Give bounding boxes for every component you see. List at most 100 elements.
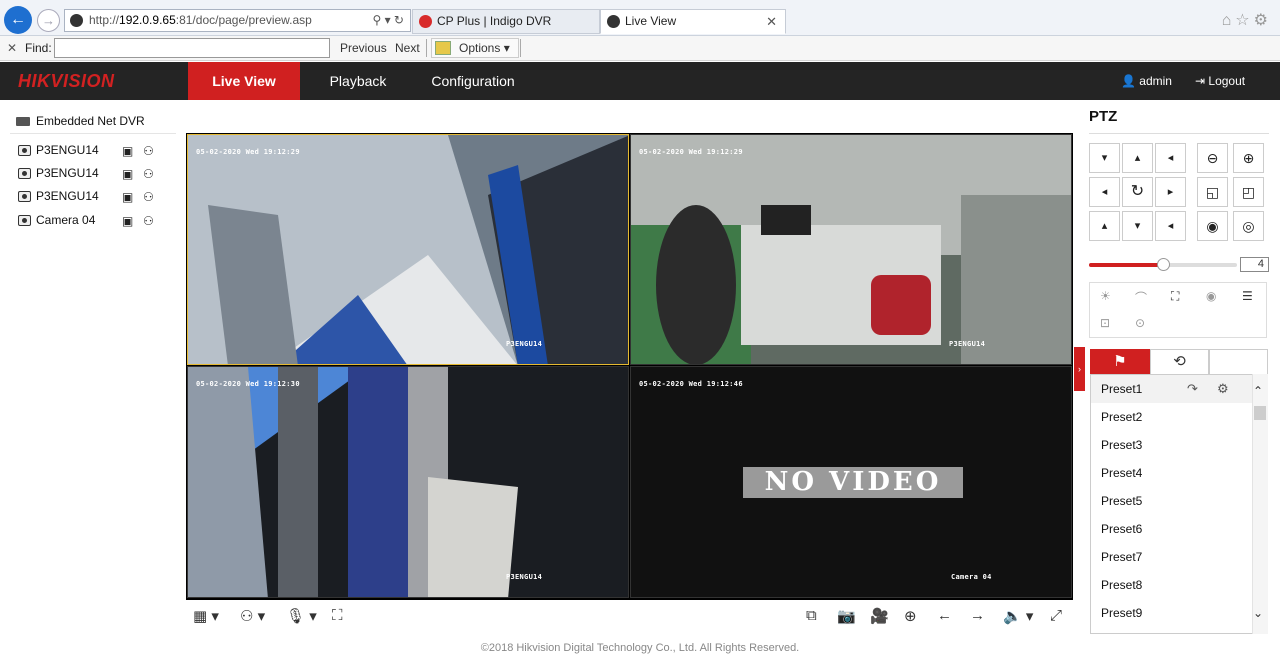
video-pane-4[interactable]: 05-02-2020 Wed 19:12:46 NO VIDEO Camera …	[630, 366, 1072, 598]
find-next-button[interactable]: Next	[395, 41, 420, 55]
fullscreen-icon[interactable]: ⤢	[1050, 607, 1062, 624]
ptz-up-right-button[interactable]: ◂	[1155, 143, 1186, 173]
ptz-icon[interactable]: ⚇	[143, 144, 154, 158]
site-favicon-icon	[70, 14, 83, 27]
zoom-out-icon[interactable]: ⊖	[1197, 143, 1228, 173]
tab-preset[interactable]: ⚑	[1090, 349, 1150, 375]
nav-live-view[interactable]: Live View	[188, 62, 300, 100]
preset-item[interactable]: Preset8	[1091, 571, 1253, 599]
ptz-divider	[1089, 133, 1269, 134]
ptz-left-button[interactable]: ◂	[1089, 177, 1120, 207]
user-menu[interactable]: 👤 admin	[1121, 74, 1172, 88]
video-pane-3[interactable]: 05-02-2020 Wed 19:12:30 P3ENGU14	[187, 366, 629, 598]
video-pane-2[interactable]: 05-02-2020 Wed 19:12:29 P3ENGU14	[630, 134, 1072, 365]
ptz-down-button[interactable]: ▾	[1122, 211, 1153, 241]
address-bar[interactable]: http://192.0.9.65:81/doc/page/preview.as…	[64, 9, 411, 32]
wiper-icon[interactable]: ⌒	[1135, 289, 1147, 306]
preset-item[interactable]: Preset6	[1091, 515, 1253, 543]
manual-track-icon[interactable]: ⊡	[1100, 316, 1110, 330]
logout-button[interactable]: ⇥ Logout	[1195, 74, 1245, 88]
ptz-down-left-button[interactable]: ▴	[1089, 211, 1120, 241]
tab-patrol[interactable]: ⟲	[1150, 349, 1209, 375]
iris-open-icon[interactable]: ◉	[1197, 211, 1228, 241]
ptz-aux-panel: ☀ ⌒ ⛶ ◉ ☰ ⊡ ⊙	[1089, 282, 1267, 338]
forward-button[interactable]: →	[37, 9, 60, 32]
menu-icon[interactable]: ☰	[1242, 289, 1253, 303]
iris-close-icon[interactable]: ◎	[1233, 211, 1264, 241]
find-options-button[interactable]: Options ▾	[431, 38, 519, 58]
nav-configuration[interactable]: Configuration	[420, 62, 526, 100]
preset-item[interactable]: Preset2	[1091, 403, 1253, 431]
logout-icon: ⇥	[1195, 74, 1206, 88]
scroll-thumb[interactable]	[1254, 406, 1266, 420]
ptz-icon[interactable]: ⚇	[143, 214, 154, 228]
ptz-control-icon[interactable]: ⚇ ▾	[240, 607, 265, 625]
record-icon[interactable]: ▣	[122, 214, 133, 228]
address-tools[interactable]: ⚲ ▾ ↻	[372, 10, 404, 31]
dvr-label: Embedded Net DVR	[36, 114, 145, 128]
volume-icon[interactable]: 🔈 ▾	[1003, 607, 1033, 625]
microphone-icon[interactable]: 🎙 ▾	[286, 607, 317, 625]
ptz-up-left-button[interactable]: ▾	[1089, 143, 1120, 173]
capture-icon[interactable]: 📷	[837, 607, 856, 625]
ptz-collapse-toggle[interactable]: ›	[1074, 347, 1085, 391]
light-icon[interactable]: ☀	[1100, 289, 1111, 303]
ptz-icon[interactable]: ⚇	[143, 167, 154, 181]
focus-far-icon[interactable]: ◰	[1233, 177, 1264, 207]
preset-item[interactable]: Preset4	[1091, 459, 1253, 487]
ptz-auto-button[interactable]: ↻	[1122, 177, 1153, 207]
browser-tab-cpplus[interactable]: CP Plus | Indigo DVR	[412, 9, 600, 34]
layout-icon[interactable]: ▦ ▾	[193, 607, 219, 625]
previous-page-icon[interactable]: ←	[937, 607, 952, 624]
preset-item[interactable]: Preset9	[1091, 599, 1253, 627]
ptz-speed-fill	[1089, 263, 1163, 267]
set-preset-icon[interactable]: ⚙	[1217, 375, 1229, 403]
record-icon[interactable]: ▣	[122, 190, 133, 204]
camera-label: P3ENGU14	[36, 143, 99, 157]
browser-tab-liveview[interactable]: Live View ✕	[600, 9, 786, 34]
preset-item[interactable]: Preset3	[1091, 431, 1253, 459]
camera-item[interactable]: P3ENGU14 ▣ ⚇	[18, 189, 178, 207]
preset-item[interactable]: Preset1 ↷ ⚙	[1091, 375, 1253, 403]
find-close-icon[interactable]: ✕	[7, 41, 17, 55]
ptz-speed-handle[interactable]	[1157, 258, 1170, 271]
auxiliary-focus-icon[interactable]: ⛶	[1171, 289, 1179, 304]
nav-playback[interactable]: Playback	[314, 62, 402, 100]
browser-right-icons[interactable]: ⌂☆⚙	[1222, 10, 1272, 30]
record-all-icon[interactable]: 🎥	[870, 607, 889, 625]
fisheye-icon[interactable]: ⛶	[332, 607, 343, 624]
3d-zoom-icon[interactable]: ⊙	[1135, 316, 1145, 330]
record-icon[interactable]: ▣	[122, 167, 133, 181]
device-tree-root[interactable]: Embedded Net DVR	[16, 114, 145, 128]
ptz-right-button[interactable]: ▸	[1155, 177, 1186, 207]
find-input[interactable]	[54, 38, 330, 58]
stop-all-icon[interactable]: ⧉	[806, 607, 817, 624]
back-button[interactable]: ←	[4, 6, 32, 34]
scroll-up-icon[interactable]: ⌃	[1253, 384, 1263, 398]
scroll-down-icon[interactable]: ⌄	[1253, 606, 1263, 620]
preset-item[interactable]: Preset7	[1091, 543, 1253, 571]
camera-item[interactable]: P3ENGU14 ▣ ⚇	[18, 143, 178, 161]
ptz-icon[interactable]: ⚇	[143, 190, 154, 204]
record-icon[interactable]: ▣	[122, 144, 133, 158]
call-preset-icon[interactable]: ↷	[1187, 375, 1198, 403]
camera-item[interactable]: P3ENGU14 ▣ ⚇	[18, 166, 178, 184]
find-previous-button[interactable]: Previous	[340, 41, 387, 55]
tab-pattern[interactable]	[1209, 349, 1268, 375]
zoom-in-icon[interactable]: ⊕	[1233, 143, 1264, 173]
ptz-down-right-button[interactable]: ◂	[1155, 211, 1186, 241]
lens-init-icon[interactable]: ◉	[1206, 289, 1216, 303]
digital-zoom-icon[interactable]: ⊕	[904, 607, 917, 625]
preset-item[interactable]: Preset5	[1091, 487, 1253, 515]
preset-list: Preset1 ↷ ⚙ Preset2 Preset3 Preset4 Pres…	[1090, 374, 1268, 634]
next-page-icon[interactable]: →	[970, 607, 985, 624]
liveview-tab-icon	[607, 15, 620, 28]
find-bar: ✕ Find: Previous Next Options ▾	[0, 36, 1280, 61]
camera-item[interactable]: Camera 04 ▣ ⚇	[18, 213, 178, 231]
focus-near-icon[interactable]: ◱	[1197, 177, 1228, 207]
tab-close-icon[interactable]: ✕	[766, 10, 777, 33]
cpplus-tab-icon	[419, 15, 432, 28]
video-pane-1[interactable]: 05-02-2020 Wed 19:12:29 P3ENGU14	[187, 134, 629, 365]
camera-icon	[18, 215, 31, 227]
ptz-up-button[interactable]: ▴	[1122, 143, 1153, 173]
